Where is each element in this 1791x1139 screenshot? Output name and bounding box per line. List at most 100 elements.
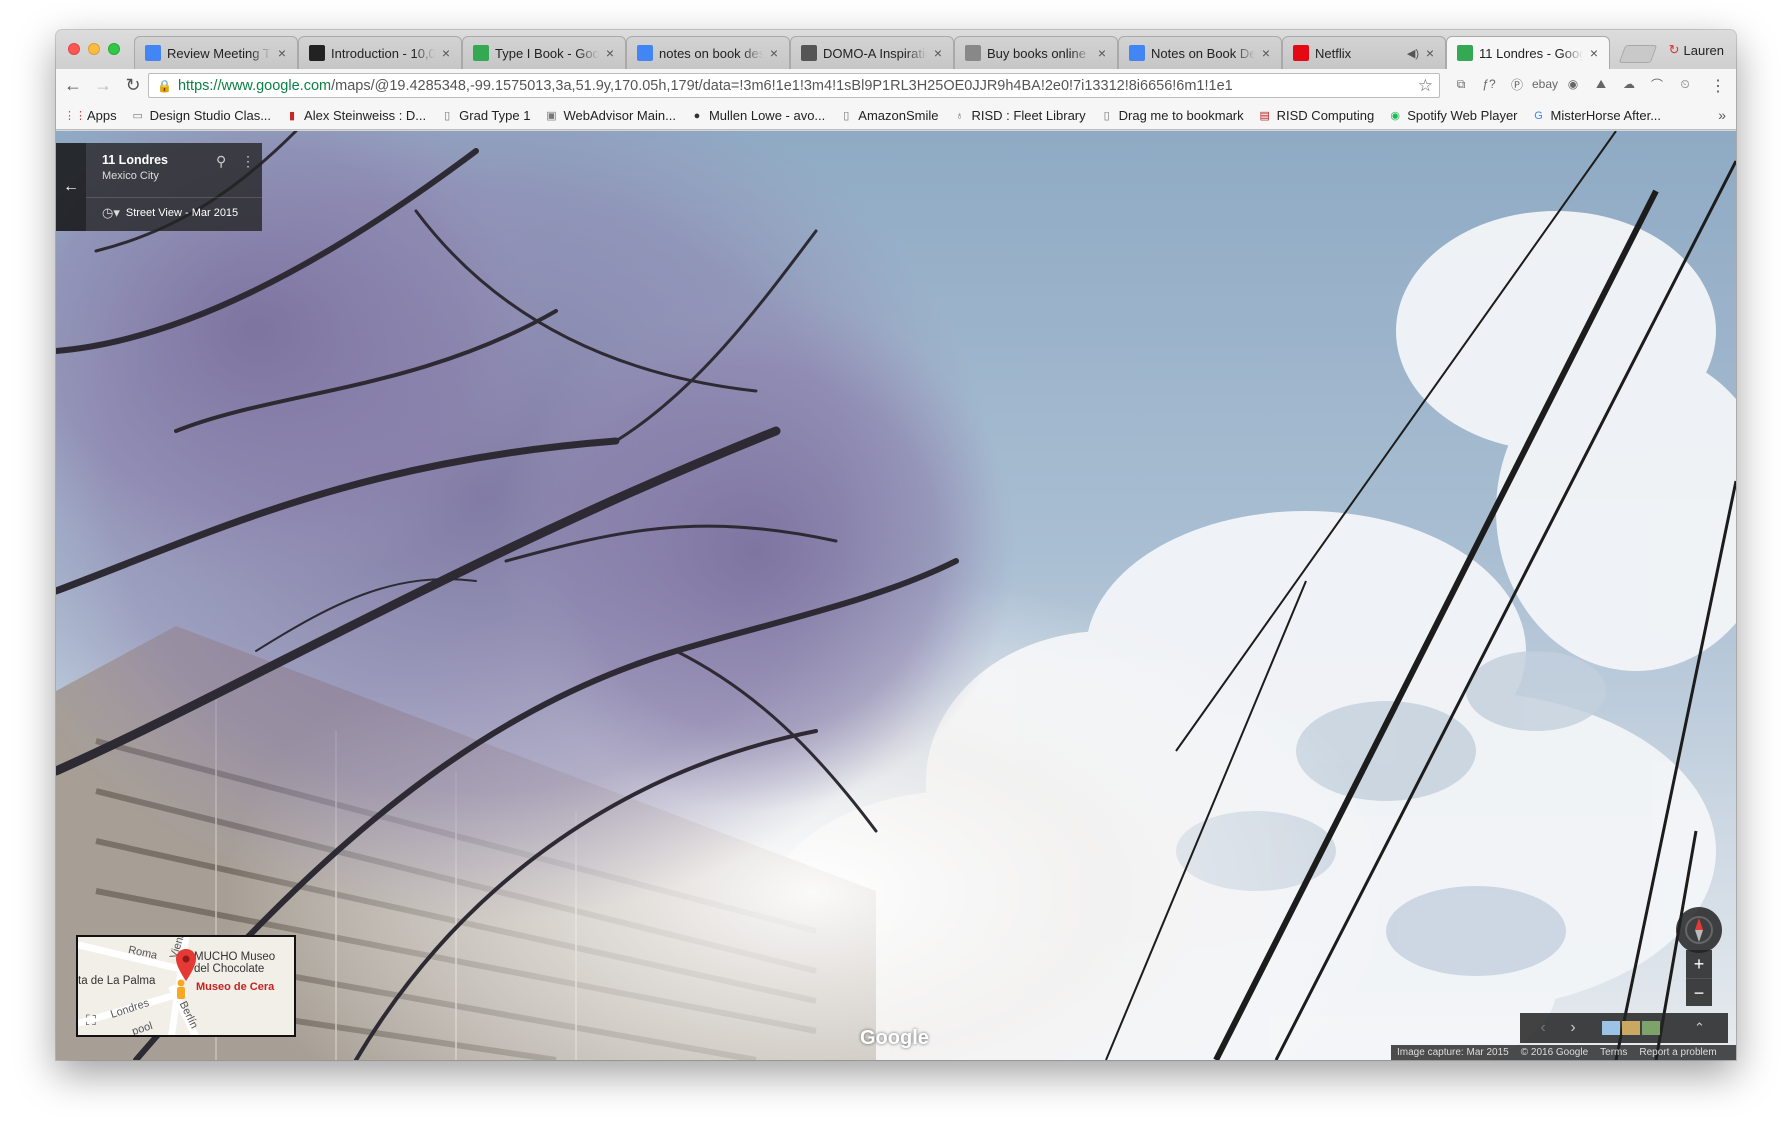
report-problem-link[interactable]: Report a problem (1639, 1047, 1716, 1058)
tab-7[interactable]: Notes on Book Des × (1118, 36, 1282, 69)
compass-needle-icon (1685, 916, 1713, 944)
window-maximize-button[interactable] (108, 43, 120, 55)
bookmarks-overflow-button[interactable]: » (1718, 107, 1726, 123)
chevron-right-icon[interactable]: › (1564, 1019, 1582, 1037)
bookmarks-bar: ⋮⋮ Apps ▭ Design Studio Clas... ▮ Alex Steinw… (56, 102, 1736, 130)
history-clock-icon: ◷▾ (102, 205, 120, 220)
back-button[interactable]: ← (60, 73, 86, 99)
close-tab-icon[interactable]: × (1259, 45, 1273, 61)
close-tab-icon[interactable]: × (1423, 45, 1437, 61)
url-host: https://www.google.com (177, 77, 332, 94)
close-tab-icon[interactable]: × (931, 45, 945, 61)
close-tab-icon[interactable]: × (603, 45, 617, 61)
bookmark-item[interactable]: ▤ RISD Computing (1258, 108, 1374, 123)
address-bar[interactable]: 🔒 https://www.google.com/maps/@19.428534… (148, 73, 1440, 98)
poi-museo-de-cera[interactable]: Museo de Cera (196, 981, 274, 993)
bookmark-item[interactable]: ▯ Drag me to bookmark (1100, 108, 1244, 123)
thumbnail-1[interactable] (1602, 1021, 1620, 1035)
bookmark-label: Spotify Web Player (1407, 108, 1518, 123)
tab-title: 11 Londres - Goog (1479, 45, 1583, 61)
bookmark-item[interactable]: ⋮⋮ Apps (64, 108, 117, 123)
place-label-mucho-line1: MUCHO Museo (194, 951, 276, 963)
tab-8[interactable]: Netflix ◀) × (1282, 36, 1446, 69)
rainbow-icon[interactable]: ⌒ (1648, 75, 1666, 93)
terms-link[interactable]: Terms (1600, 1047, 1627, 1058)
street-view-panorama[interactable]: ← 11 Londres Mexico City ⚲ ⋮ ◷▾ Street V… (56, 131, 1736, 1060)
close-tab-icon[interactable]: × (1095, 45, 1109, 61)
apps-grid-icon: ⋮⋮ (64, 110, 86, 122)
close-tab-icon[interactable]: × (1587, 45, 1601, 61)
tab-6[interactable]: Buy books online | × (954, 36, 1118, 69)
window-minimize-button[interactable] (88, 43, 100, 55)
pin-icon[interactable]: ⚲ (216, 153, 226, 170)
zoom-out-button[interactable]: − (1686, 979, 1712, 1007)
spotify-icon[interactable]: ◉ (1564, 75, 1582, 93)
bookmark-item[interactable]: ▭ Design Studio Clas... (131, 108, 271, 123)
location-marker-icon (176, 949, 196, 981)
thumbnail-3[interactable] (1642, 1021, 1660, 1035)
google-drive-icon (473, 45, 489, 61)
extensions-area: ⧉ ƒ? Ⓟebay ◉ ⛰ ☁ ⌒ ⏲ (1452, 75, 1694, 93)
cloud-icon[interactable]: ☁ (1620, 75, 1638, 93)
close-tab-icon[interactable]: × (275, 45, 289, 61)
bookmark-item[interactable]: ▣ WebAdvisor Main... (544, 108, 676, 123)
sync-icon: ↻ (1668, 42, 1680, 57)
bookmark-label: WebAdvisor Main... (563, 108, 676, 123)
tab-1[interactable]: Review Meeting Ti × (134, 36, 298, 69)
chevron-left-icon[interactable]: ‹ (1534, 1019, 1552, 1037)
compass-icon[interactable] (1676, 907, 1722, 953)
expand-map-icon[interactable]: ⛶ (86, 1012, 96, 1029)
forward-button[interactable]: → (90, 73, 116, 99)
tab-5[interactable]: DOMO-A Inspiratio × (790, 36, 954, 69)
bookmark-item[interactable]: ● Mullen Lowe - avo... (690, 108, 826, 123)
bookmark-label: MisterHorse After... (1550, 108, 1662, 123)
bookmark-item[interactable]: ▮ Alex Steinweiss : D... (285, 108, 426, 123)
tab-title: Review Meeting Ti (167, 45, 271, 61)
ebay-icon[interactable]: ebay (1532, 75, 1558, 93)
bookmark-item[interactable]: ◉ Spotify Web Player (1388, 108, 1517, 123)
profile-name: Lauren (1683, 42, 1724, 58)
clock-icon[interactable]: ⏲ (1676, 75, 1694, 93)
chrome-menu-icon[interactable]: ⋮ (1710, 76, 1726, 96)
bookmark-item[interactable]: ▯ Grad Type 1 (440, 108, 530, 123)
close-tab-icon[interactable]: × (767, 45, 781, 61)
close-tab-icon[interactable]: × (439, 45, 453, 61)
new-tab-button[interactable] (1618, 45, 1658, 63)
tab-title: Netflix (1315, 45, 1352, 61)
tab-4[interactable]: notes on book des × (626, 36, 790, 69)
tab-2[interactable]: Introduction - 10,00 × (298, 36, 462, 69)
domo-icon (801, 45, 817, 61)
tab-9[interactable]: 11 Londres - Goog × (1446, 36, 1610, 69)
audio-playing-icon[interactable]: ◀) (1407, 47, 1419, 60)
bookmark-item[interactable]: G MisterHorse After... (1532, 108, 1662, 123)
zoom-controls: + − (1686, 950, 1712, 1006)
window-close-button[interactable] (68, 43, 80, 55)
bookmark-item[interactable]: ▯ AmazonSmile (839, 108, 938, 123)
back-to-map-icon[interactable]: ← (56, 143, 86, 231)
tab-strip: Review Meeting Ti × Introduction - 10,00 × T… (56, 30, 1736, 69)
more-options-icon[interactable]: ⋮ (241, 153, 255, 170)
panorama-image (56, 131, 1736, 1060)
tab-3[interactable]: Type I Book - Goog × (462, 36, 626, 69)
place-label-mucho-line2: del Chocolate (194, 963, 265, 975)
font-icon[interactable]: ƒ? (1480, 75, 1498, 93)
zoom-in-button[interactable]: + (1686, 950, 1712, 978)
profile-button[interactable]: ↻ Lauren (1669, 42, 1724, 58)
pegman-icon (177, 979, 185, 999)
bookmark-item[interactable]: ♁ RISD : Fleet Library (952, 108, 1085, 123)
thumbnail-2[interactable] (1622, 1021, 1640, 1035)
drive-icon[interactable]: ⛰ (1592, 75, 1610, 93)
expand-strip-icon[interactable]: ⌃ (1694, 1020, 1705, 1036)
reload-button[interactable]: ↻ (120, 73, 146, 99)
minimap[interactable]: Roma Viena Londres Berlín pool ta de La … (76, 935, 296, 1037)
time-machine-button[interactable]: ◷▾ Street View - Mar 2015 (102, 205, 238, 221)
bookmark-label: RISD : Fleet Library (971, 108, 1086, 123)
bookmark-icon: ▮ (289, 110, 296, 122)
folder-icon: ▭ (132, 110, 143, 122)
mullen-icon: ● (693, 109, 701, 122)
place-info-card: ← 11 Londres Mexico City ⚲ ⋮ ◷▾ Street V… (56, 143, 262, 231)
bookmark-star-icon[interactable]: ☆ (1418, 76, 1433, 96)
cast-icon[interactable]: ⧉ (1452, 75, 1470, 93)
pinterest-icon[interactable]: Ⓟ (1508, 75, 1526, 93)
thumbnail-strip (1602, 1021, 1660, 1035)
